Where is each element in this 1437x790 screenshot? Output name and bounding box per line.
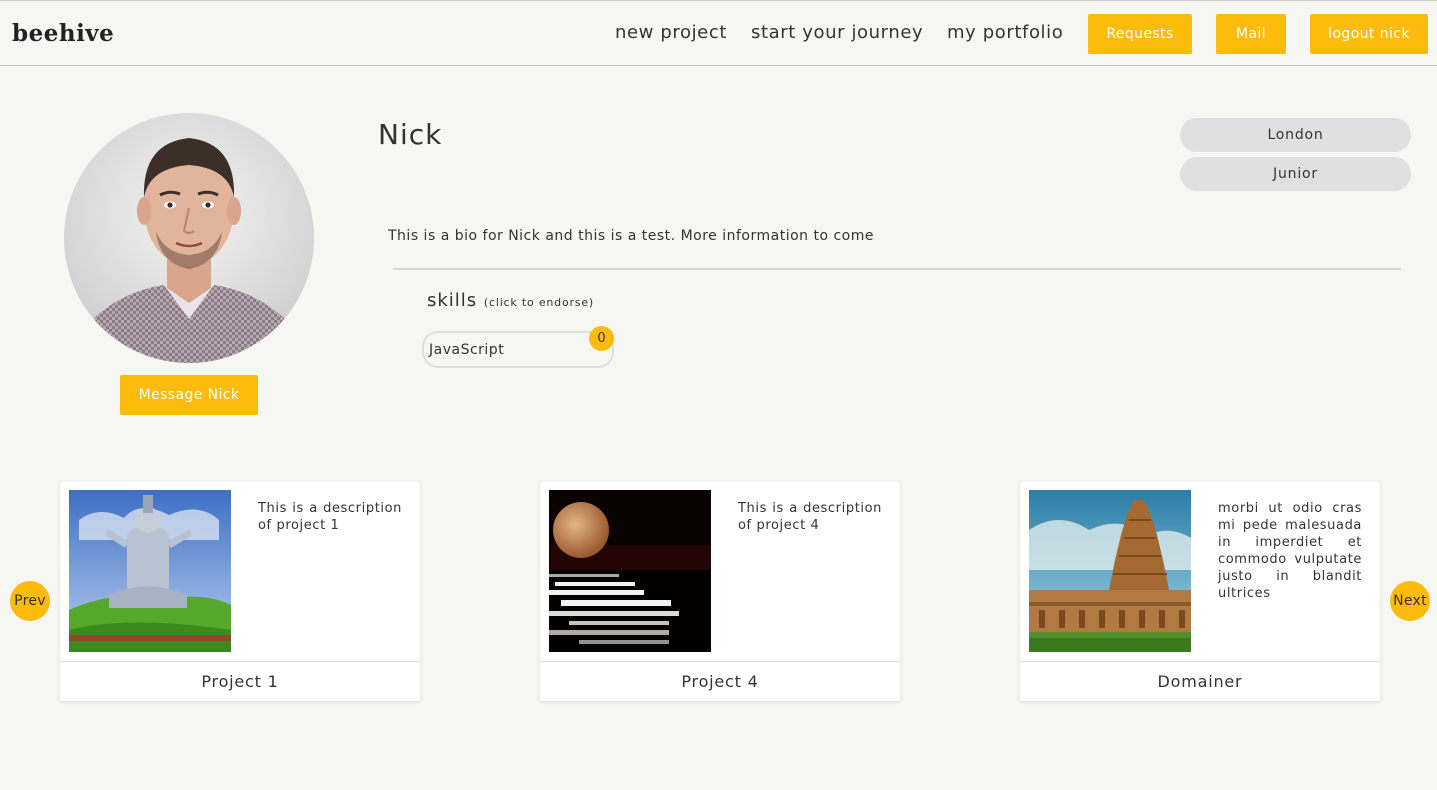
section-divider bbox=[393, 268, 1401, 270]
carousel-prev-button[interactable]: Prev bbox=[10, 581, 50, 621]
profile-bio: This is a bio for Nick and this is a tes… bbox=[388, 228, 874, 244]
mail-button[interactable]: Mail bbox=[1216, 14, 1286, 54]
nav-link-new-project[interactable]: new project bbox=[615, 22, 727, 43]
profile-name: Nick bbox=[378, 118, 443, 151]
project-description: morbi ut odio cras mi pede malesuada in … bbox=[1218, 501, 1362, 601]
avatar bbox=[64, 113, 314, 363]
nav-link-start-your-journey[interactable]: start your journey bbox=[751, 22, 923, 43]
project-title: Domainer bbox=[1157, 672, 1243, 691]
project-card-1[interactable]: This is a description of project 1 Proje… bbox=[60, 482, 420, 701]
skills-heading: skills (click to endorse) bbox=[427, 290, 594, 311]
temple-photo-icon bbox=[1029, 490, 1191, 652]
skills-hint: (click to endorse) bbox=[483, 296, 594, 309]
top-navbar: beehive new project start your journey m… bbox=[0, 0, 1437, 66]
project-title: Project 4 bbox=[681, 672, 759, 691]
level-badge: Junior bbox=[1180, 157, 1411, 191]
brand-logo[interactable]: beehive bbox=[12, 20, 114, 47]
project-description: This is a description of project 4 bbox=[738, 501, 882, 533]
project-title: Project 1 bbox=[201, 672, 279, 691]
endorsement-count-badge: 0 bbox=[589, 326, 614, 351]
project-card-2[interactable]: This is a description of project 4 Proje… bbox=[540, 482, 900, 701]
statue-photo-icon bbox=[69, 490, 231, 652]
nav-link-my-portfolio[interactable]: my portfolio bbox=[947, 22, 1063, 43]
logout-button[interactable]: logout nick bbox=[1310, 14, 1428, 54]
skills-title: skills bbox=[427, 290, 478, 311]
requests-button[interactable]: Requests bbox=[1088, 14, 1192, 54]
project-description: This is a description of project 1 bbox=[258, 501, 402, 533]
project-card-3[interactable]: morbi ut odio cras mi pede malesuada in … bbox=[1020, 482, 1380, 701]
carousel-next-button[interactable]: Next bbox=[1390, 581, 1430, 621]
skill-label: JavaScript bbox=[429, 341, 505, 358]
location-badge: London bbox=[1180, 118, 1411, 152]
skill-tag-javascript[interactable]: JavaScript bbox=[422, 331, 614, 368]
moon-photo-icon bbox=[549, 490, 711, 652]
message-user-button[interactable]: Message Nick bbox=[120, 375, 258, 415]
